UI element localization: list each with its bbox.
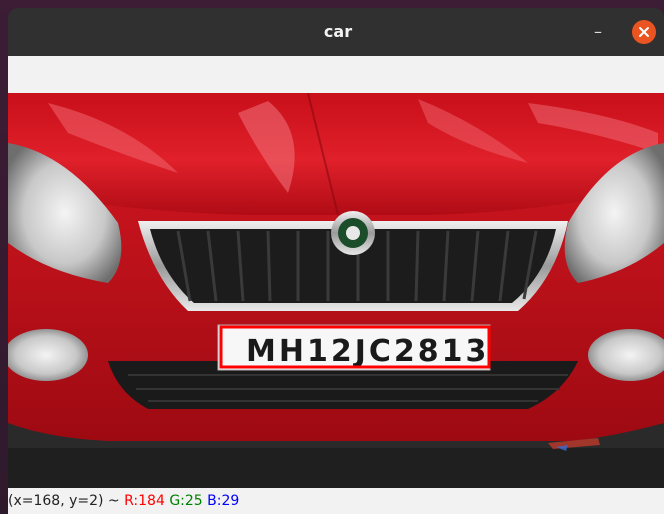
image-canvas[interactable]: MH12JC2813: [8, 93, 664, 488]
cursor-coordinates: (x=168, y=2) ~: [8, 493, 120, 509]
green-channel-value: G:25: [169, 493, 203, 509]
license-plate-text: MH12JC2813: [246, 334, 489, 369]
red-channel-value: R:184: [124, 493, 165, 509]
close-icon: [639, 27, 649, 37]
app-window: car – MH12JC2813 (x=168, y=2) ~ R:184 G:…: [8, 8, 664, 514]
title-bar[interactable]: car –: [8, 8, 664, 57]
desktop-background: car – MH12JC2813 (x=168, y=2) ~ R:184 G:…: [0, 0, 664, 514]
minimize-button[interactable]: –: [586, 20, 610, 44]
window-title: car: [323, 22, 353, 41]
minimize-icon: –: [594, 22, 602, 41]
close-button[interactable]: [632, 20, 656, 44]
blue-channel-value: B:29: [207, 493, 240, 509]
car-image: MH12JC2813: [8, 93, 664, 488]
status-bar: (x=168, y=2) ~ R:184 G:25 B:29: [8, 488, 664, 514]
toolbar: [8, 56, 664, 93]
